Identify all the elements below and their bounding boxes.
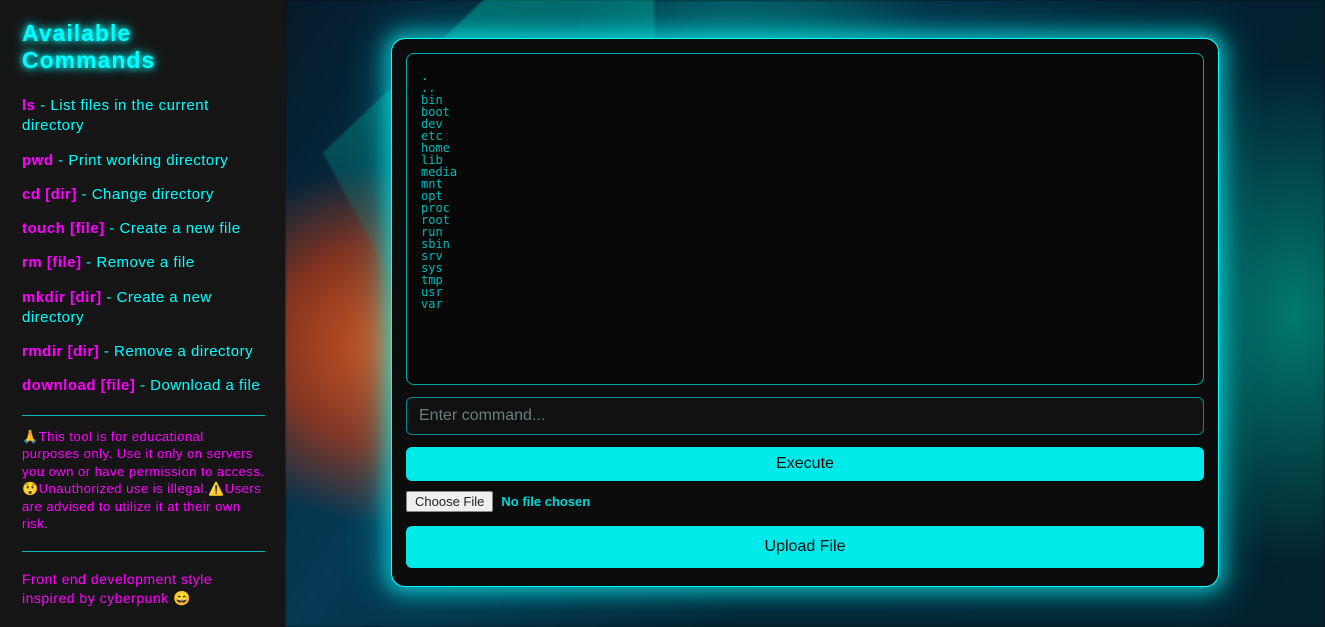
command-name: rm [file] bbox=[22, 254, 82, 271]
command-list: ls - List files in the current directory… bbox=[22, 96, 265, 397]
divider bbox=[22, 415, 265, 416]
terminal-panel: . .. bin boot dev etc home lib media mnt… bbox=[391, 38, 1219, 587]
command-item: download [file] - Download a file bbox=[22, 376, 265, 396]
command-desc: Print working directory bbox=[68, 152, 228, 169]
command-item: pwd - Print working directory bbox=[22, 151, 265, 171]
command-desc: Create a new file bbox=[120, 220, 241, 237]
execute-button[interactable]: Execute bbox=[406, 447, 1204, 481]
command-item: rmdir [dir] - Remove a directory bbox=[22, 342, 265, 362]
sidebar: Available Commands ls - List files in th… bbox=[0, 0, 285, 627]
command-item: ls - List files in the current directory bbox=[22, 96, 265, 137]
command-item: mkdir [dir] - Create a new directory bbox=[22, 288, 265, 329]
command-name: ls bbox=[22, 97, 36, 114]
command-name: download [file] bbox=[22, 377, 135, 394]
command-item: rm [file] - Remove a file bbox=[22, 253, 265, 273]
command-desc: Remove a file bbox=[96, 254, 194, 271]
command-name: mkdir [dir] bbox=[22, 289, 102, 306]
file-status-text: No file chosen bbox=[501, 494, 590, 509]
disclaimer-text: 🙏This tool is for educational purposes o… bbox=[22, 428, 265, 533]
command-name: rmdir [dir] bbox=[22, 343, 99, 360]
file-chooser-row: Choose File No file chosen bbox=[406, 491, 1204, 512]
command-desc: Download a file bbox=[150, 377, 260, 394]
command-item: cd [dir] - Change directory bbox=[22, 185, 265, 205]
sidebar-title: Available Commands bbox=[22, 20, 265, 74]
terminal-output[interactable]: . .. bin boot dev etc home lib media mnt… bbox=[406, 53, 1204, 385]
choose-file-button[interactable]: Choose File bbox=[406, 491, 493, 512]
main-area: . .. bin boot dev etc home lib media mnt… bbox=[285, 0, 1325, 627]
command-name: cd [dir] bbox=[22, 186, 77, 203]
command-input[interactable] bbox=[406, 397, 1204, 435]
credits-text: Front end development style inspired by … bbox=[22, 570, 265, 608]
command-item: touch [file] - Create a new file bbox=[22, 219, 265, 239]
command-desc: Change directory bbox=[92, 186, 214, 203]
command-desc: List files in the current directory bbox=[22, 97, 209, 134]
divider bbox=[22, 551, 265, 552]
upload-file-button[interactable]: Upload File bbox=[406, 526, 1204, 568]
command-name: touch [file] bbox=[22, 220, 105, 237]
command-desc: Remove a directory bbox=[114, 343, 253, 360]
command-name: pwd bbox=[22, 152, 54, 169]
